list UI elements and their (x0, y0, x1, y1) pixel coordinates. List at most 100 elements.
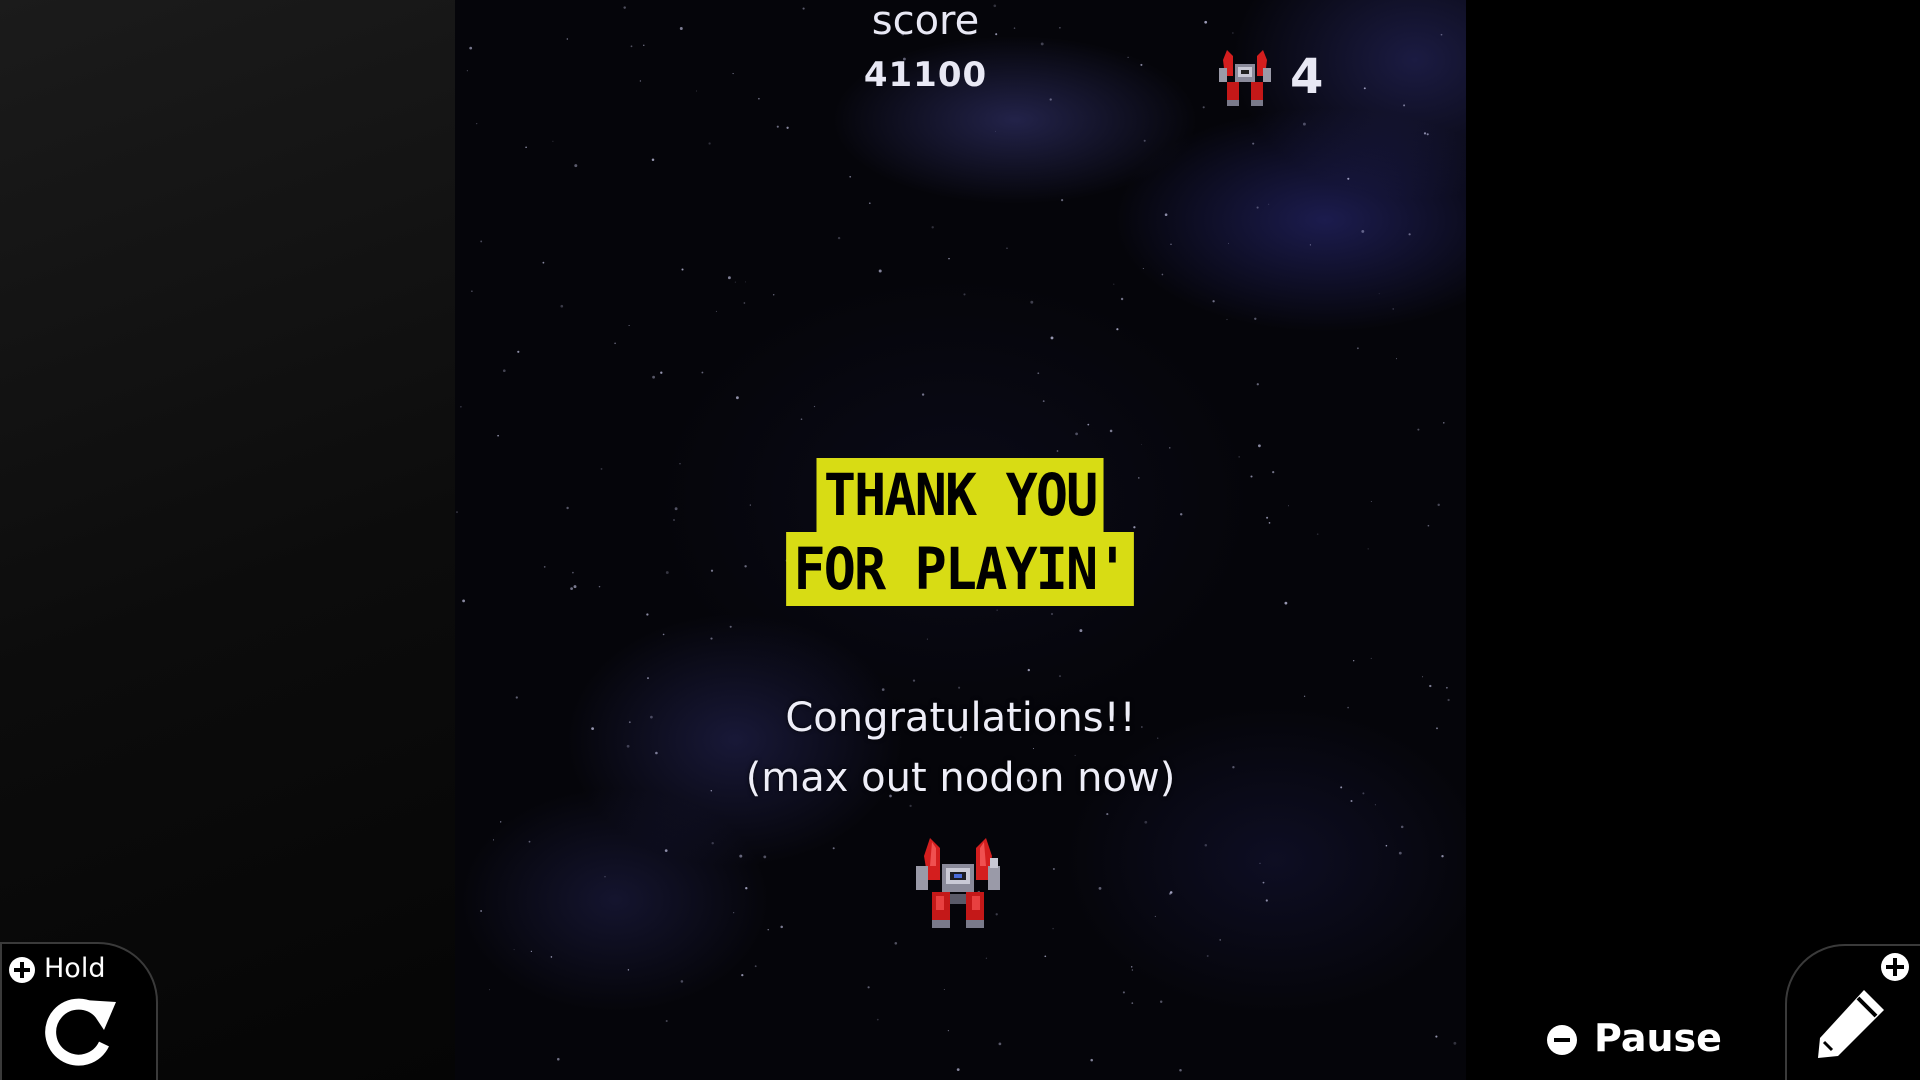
plus-button-icon (9, 957, 35, 983)
star (681, 268, 684, 271)
star (1212, 300, 1215, 303)
star (1037, 372, 1040, 375)
star (460, 405, 462, 408)
star (557, 1057, 560, 1061)
star (947, 1029, 950, 1032)
pause-button[interactable]: Pause (1594, 1016, 1722, 1060)
star (1098, 886, 1102, 890)
star (710, 637, 713, 640)
star (643, 44, 645, 46)
star (513, 949, 515, 951)
star (1154, 915, 1156, 917)
star (1050, 336, 1054, 340)
star (745, 281, 747, 283)
star (1443, 422, 1445, 424)
star (876, 1018, 879, 1021)
star (1169, 891, 1173, 894)
star (943, 988, 945, 990)
star (1120, 297, 1124, 301)
star (985, 957, 988, 959)
star (758, 97, 760, 100)
star (1179, 1068, 1182, 1072)
star (1378, 293, 1380, 295)
star (734, 281, 736, 283)
star (627, 969, 630, 971)
star (849, 175, 852, 178)
star (926, 638, 928, 640)
star (1265, 899, 1268, 902)
star (708, 142, 711, 145)
star (745, 887, 748, 890)
star (832, 847, 835, 850)
star (614, 342, 616, 345)
star (1106, 813, 1109, 816)
star (471, 290, 473, 292)
star (646, 613, 649, 616)
star (1435, 1035, 1438, 1038)
star (739, 854, 743, 858)
star (921, 393, 925, 396)
star (701, 371, 704, 374)
star (480, 910, 482, 912)
star (912, 679, 916, 682)
star (1161, 273, 1164, 276)
star (1122, 991, 1125, 994)
star (1453, 1041, 1457, 1045)
star (1044, 955, 1047, 958)
star (1052, 927, 1054, 930)
star (1356, 347, 1359, 350)
star (1141, 443, 1143, 445)
star (956, 1068, 960, 1071)
star (660, 371, 663, 374)
star (1144, 820, 1148, 824)
star (680, 980, 684, 983)
star (763, 855, 767, 859)
star (1027, 668, 1030, 672)
star (772, 294, 775, 296)
congratulations-message: Congratulations!! (max out nodon now) (455, 688, 1466, 808)
star (931, 226, 934, 229)
star (1116, 328, 1119, 331)
star (741, 973, 744, 977)
star (1396, 358, 1398, 360)
star (1256, 383, 1259, 386)
star (1423, 132, 1427, 135)
star (813, 405, 816, 408)
star (1227, 242, 1230, 245)
star (1113, 283, 1115, 285)
star (948, 257, 950, 260)
star (665, 1019, 668, 1023)
star (743, 302, 746, 304)
star (1268, 203, 1270, 205)
star (662, 633, 665, 636)
star (754, 965, 757, 968)
star (1052, 867, 1055, 871)
star (1309, 244, 1311, 246)
star (1262, 881, 1265, 884)
star (1408, 233, 1411, 236)
star (998, 1042, 1002, 1046)
player-ship-icon (1219, 50, 1271, 106)
star (1256, 206, 1259, 209)
score-label: score (871, 0, 980, 44)
star (1169, 447, 1171, 449)
game-screen: score 41100 4 THANK YOU FOR PLAYIN' Cong… (0, 0, 1920, 1080)
star (1079, 629, 1083, 633)
star (729, 625, 732, 628)
star (1252, 142, 1255, 145)
star (1090, 1058, 1093, 1062)
star (1385, 844, 1388, 847)
star (1206, 955, 1209, 957)
star (630, 45, 633, 48)
star (1030, 300, 1034, 304)
left-side-panel (0, 0, 455, 1080)
star (1042, 400, 1045, 403)
star (715, 310, 717, 312)
star (786, 126, 789, 129)
banner-line-1: THANK YOU (816, 458, 1105, 532)
player-ship (916, 838, 1000, 928)
star (867, 986, 870, 989)
star (1403, 104, 1406, 107)
banner-line-2: FOR PLAYIN' (786, 532, 1135, 606)
star (1058, 675, 1062, 678)
